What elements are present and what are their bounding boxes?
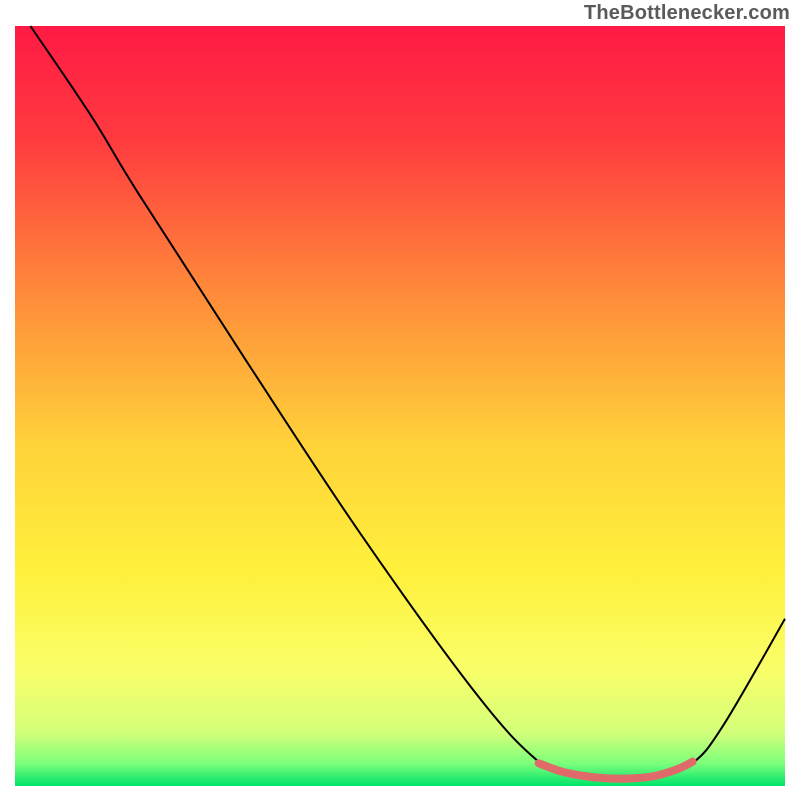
- chart-container: TheBottlenecker.com: [0, 0, 800, 800]
- bottleneck-chart: [0, 0, 800, 800]
- chart-background: [15, 26, 785, 786]
